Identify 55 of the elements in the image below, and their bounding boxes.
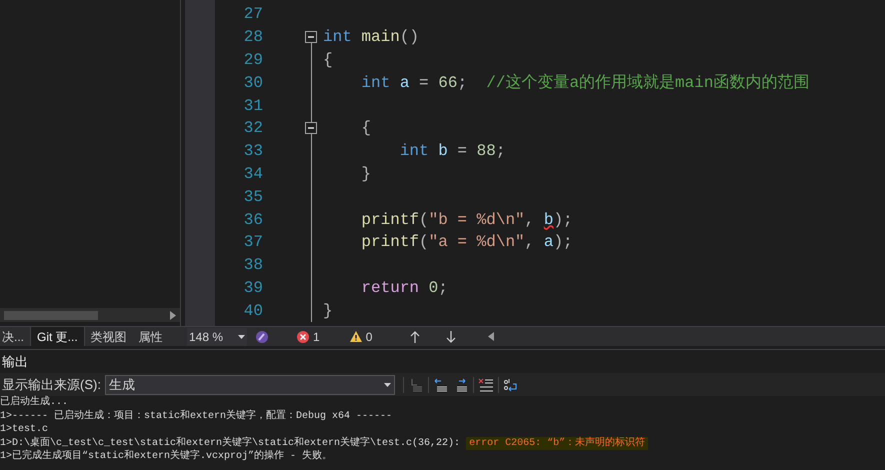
up-arrow-icon[interactable] <box>410 330 420 342</box>
zoom-dropdown[interactable]: 148 % <box>187 328 247 346</box>
error-message: error C2065: “b”：未声明的标识符 <box>466 436 648 450</box>
error-icon <box>297 330 309 342</box>
left-arrow-icon[interactable] <box>488 332 494 341</box>
output-line: 1>------ 已启动生成：项目：static和extern关键字，配置：Debug x64 ------ <box>0 410 392 423</box>
code-line: { <box>360 118 372 140</box>
error-count[interactable]: 1 <box>297 328 320 346</box>
output-line: 1>已完成生成项目“static和extern关键字.vcxproj”的操作 - 失败。 <box>0 450 332 464</box>
line-number: 34 <box>242 164 263 185</box>
code-line: int b = 88; <box>398 141 506 162</box>
line-number: 39 <box>242 278 263 299</box>
horizontal-scrollbar[interactable] <box>0 308 180 322</box>
panel-title: 输出 <box>2 352 28 371</box>
caret-icon <box>238 334 245 338</box>
line-number: 40 <box>242 300 263 322</box>
line-number: 28 <box>242 27 263 48</box>
tool-window-tab[interactable]: 属性 <box>132 327 169 346</box>
code-line: } <box>322 300 333 322</box>
brush-icon[interactable] <box>255 330 269 344</box>
word-wrap-icon[interactable] <box>502 378 519 392</box>
tool-window-tab[interactable]: 决... <box>0 327 30 346</box>
clear-all-icon[interactable] <box>478 378 494 392</box>
previous-message-icon[interactable] <box>432 378 449 392</box>
line-number: 30 <box>242 72 263 94</box>
line-number: 27 <box>242 4 263 26</box>
down-arrow-icon[interactable] <box>446 330 456 342</box>
output-source-dropdown[interactable]: 生成 <box>104 374 395 394</box>
collapse-icon[interactable] <box>305 31 317 44</box>
code-line: } <box>360 164 372 185</box>
line-number: 32 <box>242 118 263 140</box>
line-number: 31 <box>242 96 263 117</box>
collapse-icon[interactable] <box>305 122 317 134</box>
line-number: 29 <box>242 50 263 71</box>
output-line: 1>D:\桌面\c_test\c_test\static和extern关键字\static和extern关键字\test.c(36,22): <box>0 436 462 450</box>
output-line: 已启动生成... <box>0 396 68 410</box>
warning-count[interactable]: 0 <box>350 328 372 346</box>
line-number: 37 <box>242 232 263 254</box>
line-number: 38 <box>242 255 263 276</box>
code-line: return 0; <box>360 278 448 299</box>
source-label: 显示输出来源(S): <box>1 376 101 394</box>
code-line: printf("a = %d\n", a); <box>360 232 573 254</box>
line-number: 36 <box>242 210 263 231</box>
code-line: int a = 66; //这个变量a的作用域就是main函数内的范围 <box>360 72 810 94</box>
code-line: int main() <box>322 27 420 48</box>
output-line: 1>test.c <box>0 423 48 436</box>
tool-window-tab[interactable]: 类视图 <box>84 327 133 346</box>
tool-window-tab[interactable]: Git 更... <box>30 327 85 346</box>
line-number: 33 <box>242 141 263 162</box>
code-line: printf("b = %d\n", b); <box>360 210 573 231</box>
right-arrow-icon[interactable] <box>170 310 176 320</box>
code-line: { <box>322 50 333 71</box>
caret-icon <box>384 382 391 386</box>
line-number: 35 <box>242 186 263 208</box>
warning-icon <box>350 331 362 342</box>
